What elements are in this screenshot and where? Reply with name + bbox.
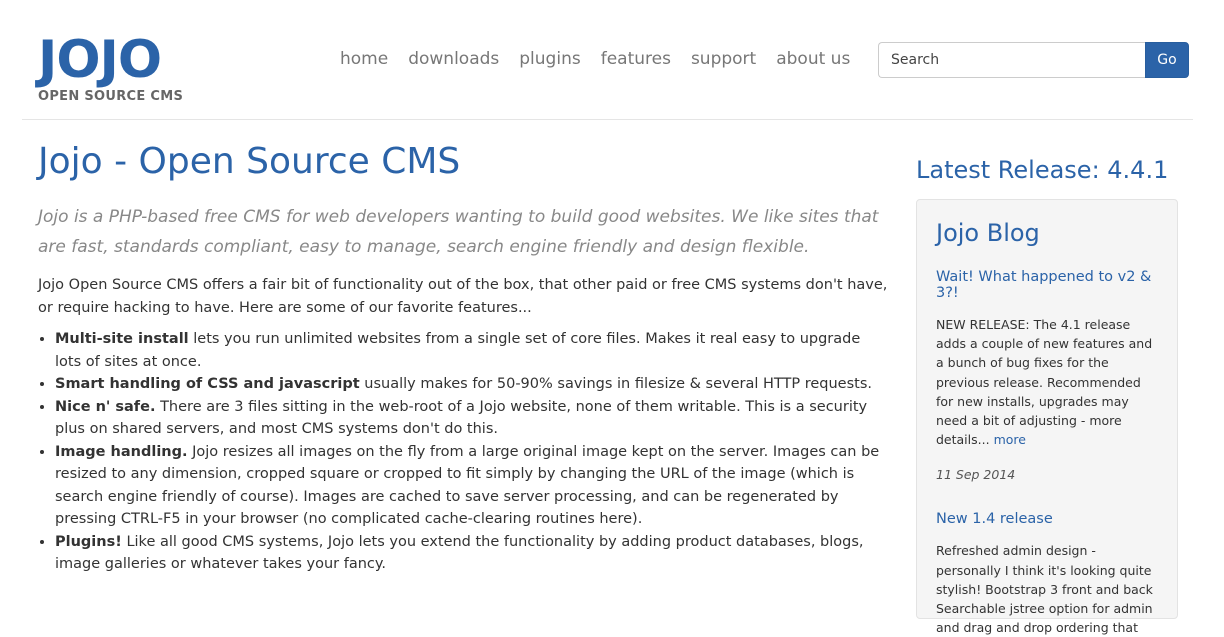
feature-item: Image handling. Jojo resizes all images …: [55, 441, 888, 531]
feature-list: Multi-site install lets you run unlimite…: [38, 328, 888, 576]
blog-post-excerpt: NEW RELEASE: The 4.1 release adds a coup…: [936, 315, 1158, 449]
search-go-button[interactable]: Go: [1145, 42, 1189, 78]
nav-features[interactable]: features: [601, 49, 671, 69]
search-input[interactable]: [878, 42, 1145, 78]
intro-paragraph: Jojo Open Source CMS offers a fair bit o…: [38, 277, 888, 316]
feature-desc: Like all good CMS systems, Jojo lets you…: [55, 533, 864, 573]
page-title: Jojo - Open Source CMS: [38, 141, 461, 182]
blog-post-title[interactable]: Wait! What happened to v2 & 3?!: [936, 269, 1158, 301]
nav-about-us[interactable]: about us: [776, 49, 850, 69]
blog-panel: Jojo Blog Wait! What happened to v2 & 3?…: [916, 199, 1178, 635]
feature-name: Nice n' safe.: [55, 398, 156, 415]
feature-name: Image handling.: [55, 443, 188, 460]
search-form: Go: [878, 42, 1189, 78]
nav-downloads[interactable]: downloads: [408, 49, 499, 69]
lead-paragraph: Jojo is a PHP-based free CMS for web dev…: [38, 207, 879, 257]
logo-tagline: OPEN SOURCE CMS: [38, 89, 184, 104]
feature-name: Smart handling of CSS and javascript: [55, 376, 360, 392]
feature-item: Nice n' safe. There are 3 files sitting …: [55, 396, 888, 441]
sidebar: Latest Release: 4.4.1 Jojo Blog Wait! Wh…: [916, 154, 1178, 635]
latest-release-link[interactable]: Latest Release: 4.4.1: [916, 154, 1178, 186]
blog-post-date: 11 Sep 2014: [936, 467, 1016, 483]
feature-item: Smart handling of CSS and javascript usu…: [55, 373, 888, 396]
feature-desc: usually makes for 50-90% savings in file…: [359, 376, 873, 392]
blog-post-body: Refreshed admin design - personally I th…: [936, 543, 1153, 636]
site-header: JOJO OPEN SOURCE CMS home downloads plug…: [0, 0, 1224, 120]
blog-post-body: NEW RELEASE: The 4.1 release adds a coup…: [936, 317, 1153, 448]
nav-support[interactable]: support: [691, 49, 756, 69]
main-nav: home downloads plugins features support …: [340, 49, 870, 69]
feature-desc: There are 3 files sitting in the web-roo…: [55, 398, 868, 438]
header-divider: [22, 119, 1193, 120]
nav-home[interactable]: home: [340, 49, 388, 69]
blog-more-link[interactable]: more: [994, 432, 1026, 447]
feature-name: Plugins!: [55, 533, 122, 550]
logo-wordmark: JOJO: [38, 30, 162, 90]
blog-post-excerpt: Refreshed admin design - personally I th…: [936, 541, 1158, 637]
site-logo[interactable]: JOJO OPEN SOURCE CMS: [38, 34, 183, 104]
blog-post-title[interactable]: New 1.4 release: [936, 511, 1158, 527]
feature-item: Multi-site install lets you run unlimite…: [55, 328, 888, 373]
main-content: Jojo - Open Source CMS Jojo is a PHP-bas…: [38, 140, 888, 576]
feature-item: Plugins! Like all good CMS systems, Jojo…: [55, 531, 888, 576]
feature-name: Multi-site install: [55, 331, 189, 347]
blog-title: Jojo Blog: [936, 219, 1040, 247]
nav-plugins[interactable]: plugins: [519, 49, 580, 69]
